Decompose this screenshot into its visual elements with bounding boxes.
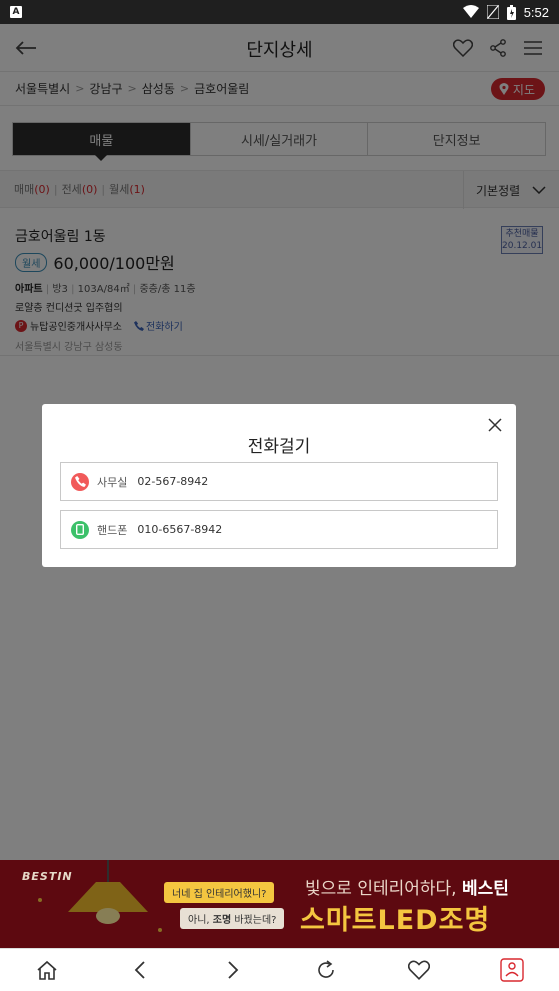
nav-forward-button[interactable]	[213, 950, 253, 990]
close-button[interactable]	[486, 416, 504, 434]
ad-banner[interactable]: BESTIN 너네 집 인테리어했니? 아니, 조명 바꿨는데? 빛으로 인테리…	[0, 860, 559, 948]
ad-bubble-answer-post: 바꿨는데?	[231, 915, 277, 926]
home-button[interactable]	[27, 950, 67, 990]
chevron-right-icon	[228, 961, 239, 979]
ad-headline-pre: 빛으로 인테리어하다,	[305, 879, 462, 899]
office-label: 사무실	[97, 475, 128, 489]
ad-bubble-answer-bold: 조명	[212, 915, 232, 926]
mobile-phone-option[interactable]: 핸드폰 010-6567-8942	[60, 510, 498, 549]
refresh-button[interactable]	[306, 950, 346, 990]
ad-headline: 빛으로 인테리어하다, 베스틴	[305, 874, 509, 899]
favorite-icon	[408, 960, 431, 980]
dialog-title: 전화걸기	[247, 437, 311, 457]
refresh-icon	[318, 960, 334, 978]
status-bar: A 5:52	[0, 0, 559, 24]
notification-a-icon: A	[10, 6, 22, 18]
nav-back-button[interactable]	[120, 950, 160, 990]
ad-product: 스마트LED조명	[300, 905, 491, 936]
ad-bubble-question: 너네 집 인테리어했니?	[164, 882, 275, 903]
battery-icon	[506, 4, 516, 20]
call-dialog: 전화걸기 사무실 02-567-8942 핸드폰 010-6567-8942	[42, 404, 516, 567]
app-icon	[500, 958, 525, 982]
close-icon	[488, 418, 502, 432]
mobile-icon	[71, 520, 89, 539]
wifi-icon	[462, 5, 479, 18]
ad-bubble-answer: 아니, 조명 바꿨는데?	[180, 908, 285, 929]
app-menu-button[interactable]	[492, 950, 532, 990]
mobile-label: 핸드폰	[97, 523, 128, 537]
chevron-left-icon	[134, 961, 145, 979]
bottom-navigation	[0, 948, 559, 991]
office-number: 02-567-8942	[137, 475, 209, 488]
signal-icon	[486, 5, 499, 19]
office-phone-option[interactable]: 사무실 02-567-8942	[60, 462, 498, 501]
home-icon	[37, 960, 57, 980]
mobile-number: 010-6567-8942	[137, 523, 223, 536]
ad-bubble-answer-pre: 아니,	[188, 915, 213, 926]
status-time: 5:52	[523, 4, 549, 20]
ad-brand-logo: BESTIN	[22, 870, 73, 883]
nav-favorite-button[interactable]	[399, 950, 439, 990]
ad-headline-brand: 베스틴	[461, 879, 509, 899]
phone-icon	[71, 472, 89, 491]
